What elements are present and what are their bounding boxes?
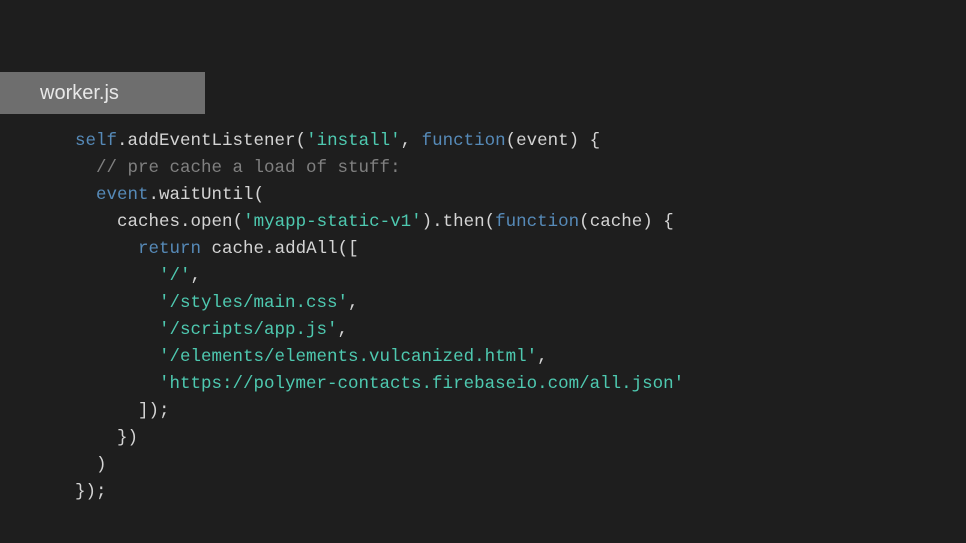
code-line: '/elements/elements.vulcanized.html', xyxy=(75,347,548,367)
code-editor[interactable]: self.addEventListener('install', functio… xyxy=(75,128,684,506)
file-tab-label: worker.js xyxy=(40,82,119,105)
file-tab[interactable]: worker.js xyxy=(0,72,205,114)
code-line: '/', xyxy=(75,266,201,286)
code-line: ]); xyxy=(75,401,170,421)
code-line: // pre cache a load of stuff: xyxy=(75,158,401,178)
code-line: '/scripts/app.js', xyxy=(75,320,348,340)
code-line: caches.open('myapp-static-v1').then(func… xyxy=(75,212,674,232)
code-line: }) xyxy=(75,428,138,448)
code-line: }); xyxy=(75,482,107,502)
code-line: event.waitUntil( xyxy=(75,185,264,205)
code-line: 'https://polymer-contacts.firebaseio.com… xyxy=(75,374,684,394)
code-line: return cache.addAll([ xyxy=(75,239,359,259)
code-line: ) xyxy=(75,455,107,475)
code-line: '/styles/main.css', xyxy=(75,293,359,313)
code-line: self.addEventListener('install', functio… xyxy=(75,131,600,151)
